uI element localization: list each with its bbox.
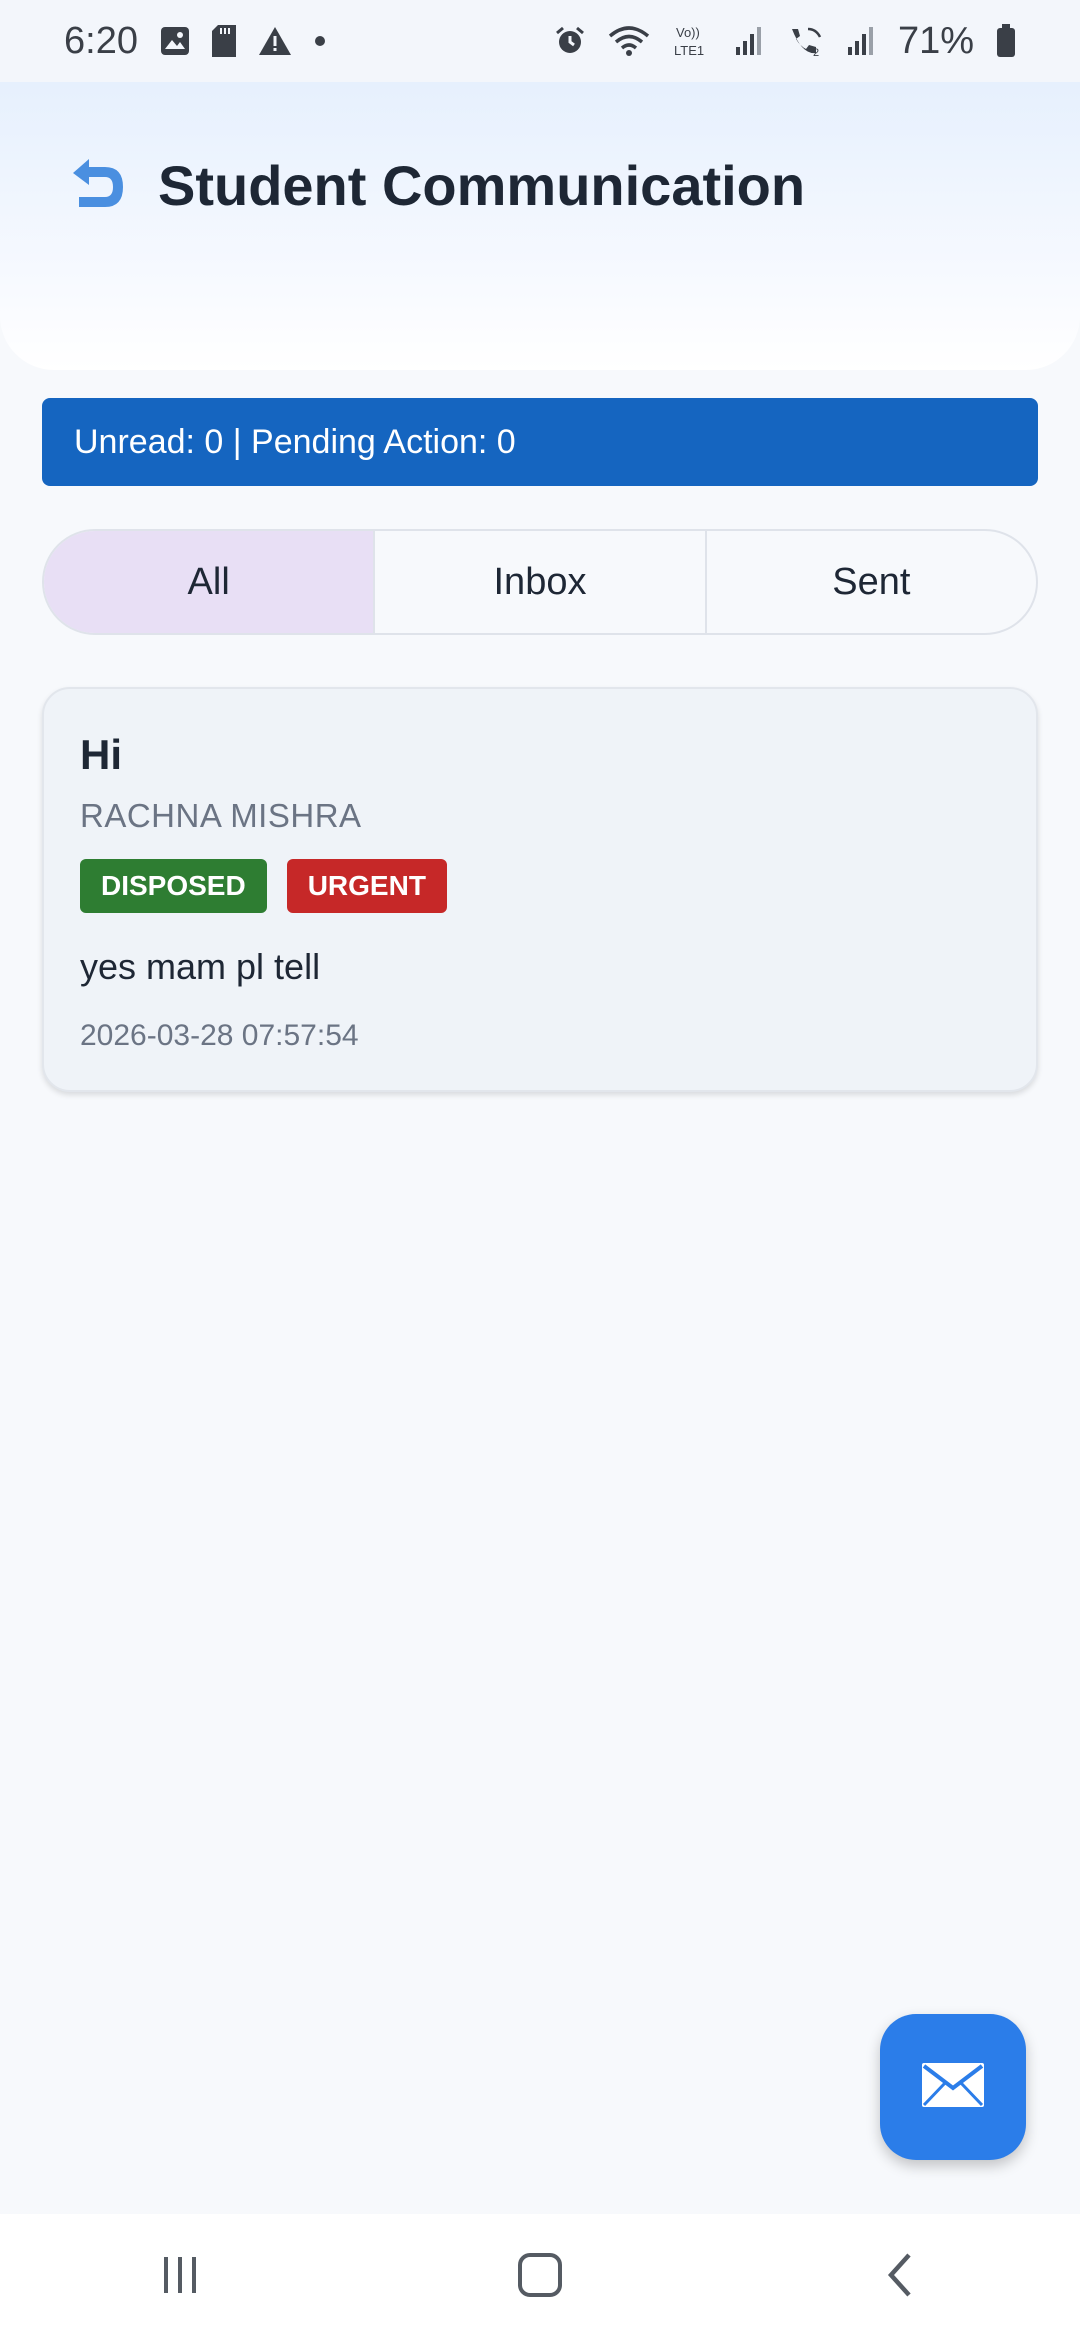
back-icon <box>885 2252 915 2303</box>
summary-bar: Unread: 0 | Pending Action: 0 <box>42 398 1038 486</box>
system-nav-bar <box>0 2214 1080 2340</box>
app-header: Student Communication <box>0 82 1080 370</box>
priority-badge-urgent: URGENT <box>286 859 447 913</box>
signal-icon <box>734 25 764 57</box>
svg-text:Vo)): Vo)) <box>676 25 700 40</box>
recents-button[interactable] <box>120 2227 240 2327</box>
tab-group: All Inbox Sent <box>42 529 1038 635</box>
back-nav-button[interactable] <box>840 2227 960 2327</box>
svg-text:2: 2 <box>813 47 819 57</box>
message-body: yes mam pl tell <box>80 946 321 987</box>
message-sender: RACHNA MISHRA <box>80 797 362 834</box>
status-bar: 6:20 Vo)) LTE1 2 71% <box>0 0 1080 82</box>
svg-text:LTE1: LTE1 <box>674 43 704 58</box>
message-card[interactable]: Hi RACHNA MISHRA DISPOSED URGENT yes mam… <box>42 687 1038 1092</box>
dot-icon <box>314 35 326 47</box>
battery-icon <box>996 24 1016 58</box>
alarm-icon <box>554 25 586 57</box>
recents-icon <box>160 2255 200 2300</box>
message-badges: DISPOSED URGENT <box>80 859 447 913</box>
image-icon <box>160 26 190 56</box>
wifi-calling-icon: 2 <box>786 25 824 57</box>
wifi-icon <box>608 25 650 57</box>
mail-icon <box>920 2061 986 2114</box>
status-right: Vo)) LTE1 2 71% <box>554 20 1016 63</box>
status-time: 6:20 <box>64 19 138 62</box>
undo-arrow-icon <box>65 157 129 218</box>
battery-percent: 71% <box>897 19 974 62</box>
tab-all[interactable]: All <box>44 531 376 633</box>
volte-icon: Vo)) LTE1 <box>672 23 712 59</box>
signal-icon <box>846 25 876 57</box>
back-button[interactable] <box>58 148 136 226</box>
summary-text: Unread: 0 | Pending Action: 0 <box>74 422 516 461</box>
status-badge-disposed: DISPOSED <box>80 859 267 913</box>
tab-sent[interactable]: Sent <box>707 531 1036 633</box>
message-timestamp: 2026-03-28 07:57:54 <box>80 1019 359 1052</box>
message-title: Hi <box>80 731 122 778</box>
home-icon <box>517 2252 563 2303</box>
status-left: 6:20 <box>64 20 326 63</box>
page-title: Student Communication <box>158 154 806 217</box>
warning-icon <box>258 26 292 56</box>
home-button[interactable] <box>480 2227 600 2327</box>
tab-inbox[interactable]: Inbox <box>375 531 707 633</box>
compose-message-button[interactable] <box>880 2014 1026 2160</box>
sd-card-icon <box>211 25 236 57</box>
